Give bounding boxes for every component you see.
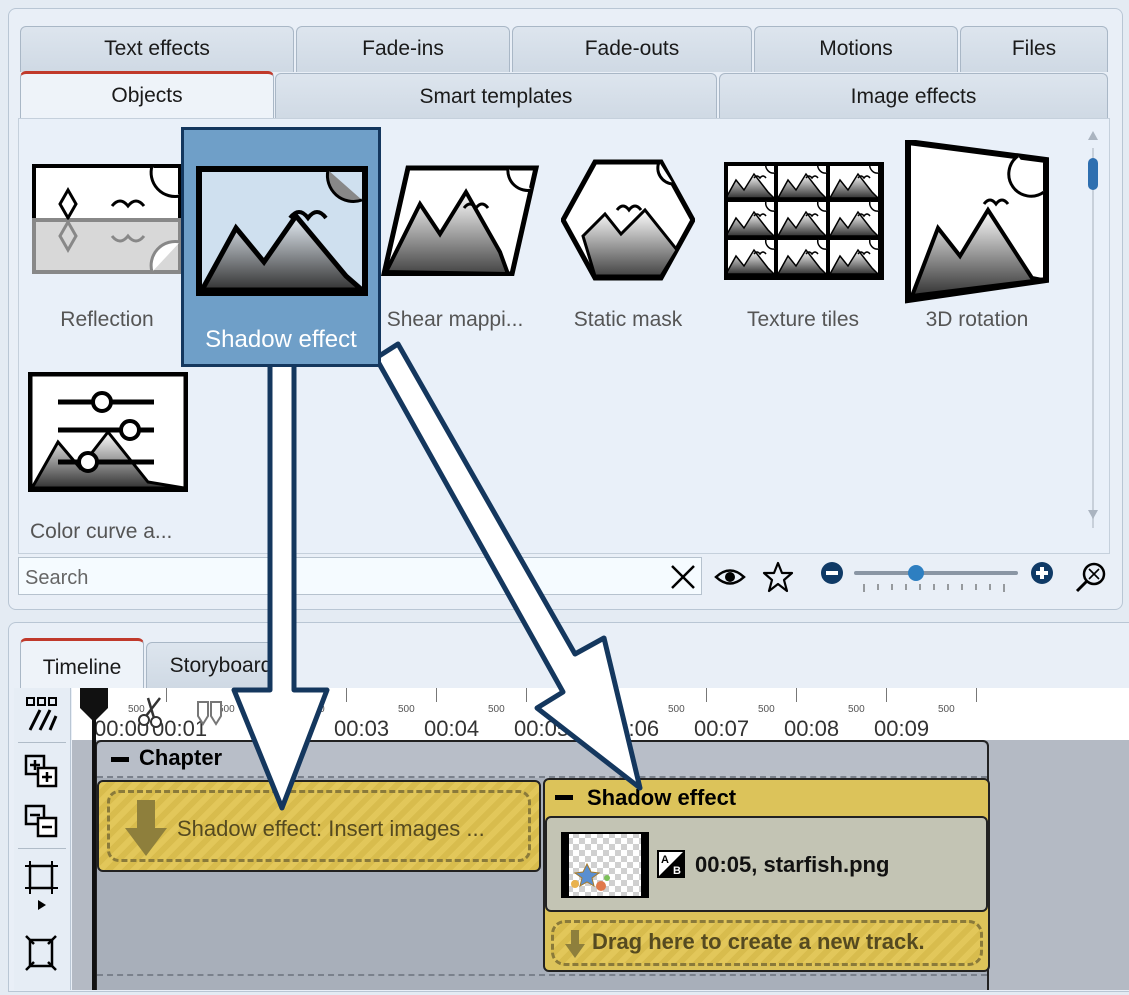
effect-tile-texture-tiles[interactable]: Texture tiles xyxy=(716,140,890,340)
search-box xyxy=(18,557,702,595)
ruler-time-label: 00:06 xyxy=(604,716,660,741)
tab-text-effects[interactable]: Text effects xyxy=(20,26,294,72)
insert-down-arrow-icon xyxy=(125,800,167,856)
scissors-icon[interactable] xyxy=(136,696,166,728)
effect-label: Texture tiles xyxy=(746,308,860,331)
split-track-icon[interactable] xyxy=(24,696,60,732)
drop-zone[interactable]: Drag here to create a new track. xyxy=(551,920,983,966)
tab-storyboard[interactable]: Storyboard xyxy=(146,642,296,688)
static-mask-icon xyxy=(561,159,695,281)
tab-objects[interactable]: Objects xyxy=(20,71,274,119)
scrollbar-track xyxy=(1088,131,1098,528)
effect-tile-color-curve[interactable]: Color curve a... xyxy=(20,360,200,550)
effect-tile-static-mask[interactable]: Static mask xyxy=(541,140,715,340)
reflection-icon xyxy=(32,164,182,274)
tab-fade-outs[interactable]: Fade-outs xyxy=(512,26,752,72)
zoom-slider[interactable] xyxy=(818,558,1058,598)
effects-scrollbar[interactable] xyxy=(1084,128,1102,548)
zoom-fit-icon[interactable] xyxy=(1074,560,1108,594)
placeholder-clip-label: Shadow effect: Insert images ... xyxy=(177,816,485,841)
3d-rotation-icon xyxy=(905,140,1049,304)
ruler-minor-label: 500 xyxy=(938,704,955,715)
ruler-minor-label: 500 xyxy=(308,704,325,715)
effect-tile-reflection[interactable]: Reflection xyxy=(20,140,194,340)
search-input[interactable] xyxy=(23,564,647,592)
effect-group-title: Shadow effect xyxy=(587,785,737,810)
clear-search-icon[interactable] xyxy=(669,563,697,591)
frame-select-icon[interactable] xyxy=(24,934,60,974)
ruler-minor-label: 500 xyxy=(668,704,685,715)
timeline-toolbar xyxy=(14,688,71,990)
collapse-chapter-icon[interactable] xyxy=(111,755,131,765)
effect-tile-shadow-effect[interactable]: Shadow effect xyxy=(181,127,381,367)
ruler-minor-label: 500 xyxy=(848,704,865,715)
effect-label: Shear mappi... xyxy=(386,308,524,331)
fit-timeline-icon[interactable] xyxy=(24,860,60,910)
tab-smart-templates[interactable]: Smart templates xyxy=(275,73,717,119)
effect-label: Color curve a... xyxy=(30,520,173,543)
scrollbar-thumb[interactable] xyxy=(1088,158,1098,190)
texture-tiles-icon xyxy=(724,162,884,280)
image-clip-label: 00:05, starfish.png xyxy=(695,852,890,877)
chapter-title: Chapter xyxy=(139,745,223,770)
ruler-time-label: 00:03 xyxy=(334,716,390,741)
ruler-time-label: 00:05 xyxy=(514,716,570,741)
playhead[interactable] xyxy=(78,688,110,990)
scroll-up-arrow-icon[interactable] xyxy=(1088,131,1098,140)
ruler-minor-label: 500 xyxy=(758,704,775,715)
shadow-effect-icon xyxy=(196,166,368,296)
collapse-effect-group-icon[interactable] xyxy=(555,794,575,804)
drop-zone-label: Drag here to create a new track. xyxy=(592,929,925,954)
marker-icon[interactable] xyxy=(196,700,226,726)
effect-label: Static mask xyxy=(573,308,683,331)
timeline-ruler[interactable]: 500 500 500 500 500 500 500 500 500 00:0… xyxy=(72,688,1129,741)
star-icon[interactable] xyxy=(762,561,794,593)
transition-ab-icon: A B xyxy=(657,850,685,878)
image-clip[interactable]: A B 00:05, starfish.png xyxy=(545,816,988,912)
shear-mapping-icon xyxy=(380,165,540,276)
svg-text:B: B xyxy=(673,865,681,877)
ruler-time-label: 00:04 xyxy=(424,716,480,741)
ruler-time-label: 00:09 xyxy=(874,716,930,741)
effect-label: Reflection xyxy=(60,308,154,331)
add-track-icon[interactable] xyxy=(24,754,60,790)
clip-thumbnail xyxy=(561,832,649,898)
drop-down-arrow-icon xyxy=(565,930,585,958)
ruler-time-label: 00:08 xyxy=(784,716,840,741)
color-curve-icon xyxy=(28,372,188,492)
ruler-minor-label: 500 xyxy=(488,704,505,715)
ruler-minor-label: 500 xyxy=(398,704,415,715)
placeholder-clip[interactable]: Shadow effect: Insert images ... xyxy=(97,780,541,872)
svg-text:A: A xyxy=(661,854,669,866)
effect-label: 3D rotation xyxy=(925,308,1029,331)
effect-group-track[interactable]: Shadow effect A B 00:05, starfish.png Dr… xyxy=(543,778,990,972)
scroll-down-arrow-icon[interactable] xyxy=(1088,510,1098,519)
effect-label: Shadow effect xyxy=(205,326,357,353)
tab-image-effects[interactable]: Image effects xyxy=(719,73,1108,119)
eye-icon[interactable] xyxy=(714,564,746,590)
tab-motions[interactable]: Motions xyxy=(754,26,958,72)
effect-tile-3d-rotation[interactable]: 3D rotation xyxy=(890,140,1064,340)
zoom-slider-thumb[interactable] xyxy=(908,565,924,581)
remove-track-icon[interactable] xyxy=(24,804,60,840)
tab-timeline[interactable]: Timeline xyxy=(20,638,144,690)
ruler-time-label: 00:07 xyxy=(694,716,750,741)
tab-fade-ins[interactable]: Fade-ins xyxy=(296,26,510,72)
tab-files[interactable]: Files xyxy=(960,26,1108,72)
effect-tile-shear-mapping[interactable]: Shear mappi... xyxy=(368,140,542,340)
